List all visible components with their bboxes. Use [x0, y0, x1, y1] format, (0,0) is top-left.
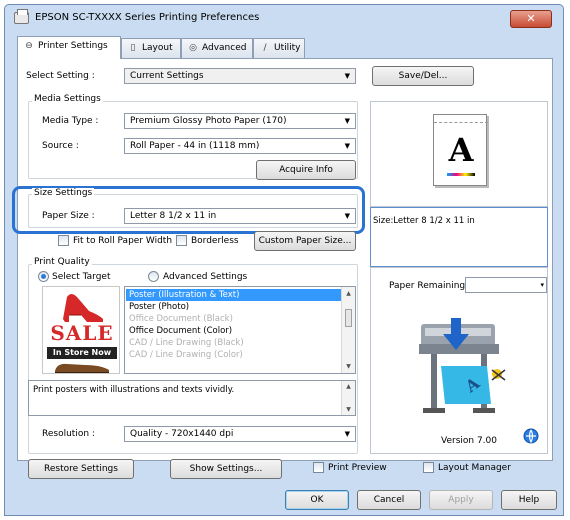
list-item[interactable]: Office Document (Color)	[126, 325, 342, 337]
select-setting-dropdown[interactable]: Current Settings ▼	[124, 68, 356, 84]
media-settings-title: Media Settings	[32, 94, 103, 104]
scroll-up-icon: ▲	[346, 383, 351, 390]
acquire-info-button[interactable]: Acquire Info	[256, 160, 356, 180]
select-target-label: Select Target	[52, 272, 111, 282]
cancel-button[interactable]: Cancel	[357, 490, 421, 510]
description-scrollbar[interactable]: ▲ ▼	[341, 381, 355, 415]
media-type-dropdown[interactable]: Premium Glossy Photo Paper (170) ▼	[124, 113, 356, 129]
scroll-thumb[interactable]	[345, 309, 352, 327]
paper-size-dropdown[interactable]: Letter 8 1/2 x 11 in ▼	[124, 208, 356, 224]
media-type-label: Media Type :	[42, 116, 99, 126]
advanced-settings-radio[interactable]	[148, 271, 159, 282]
target-list-items: Poster (Illustration & Text) Poster (Pho…	[126, 289, 342, 361]
print-target-list[interactable]: Poster (Illustration & Text) Poster (Pho…	[124, 286, 356, 374]
print-preview-label: Print Preview	[328, 463, 387, 473]
title-bar: EPSON SC-TXXXX Series Printing Preferenc…	[5, 5, 563, 33]
target-list-scrollbar[interactable]: ▲ ▼	[341, 287, 355, 373]
tab-label: Layout	[142, 43, 173, 53]
size-settings-title: Size Settings	[32, 188, 95, 198]
tab-printer-settings[interactable]: ⊖ Printer Settings	[17, 36, 121, 59]
show-settings-button[interactable]: Show Settings...	[170, 459, 282, 479]
printer-status-area: Paper Remaining: ▾ A Version 7.00	[370, 267, 548, 454]
scroll-down-icon: ▼	[346, 363, 351, 370]
tab-utility[interactable]: ∕ Utility	[253, 38, 305, 58]
printer-settings-tab-icon: ⊖	[25, 41, 33, 51]
size-info-text: Size:Letter 8 1/2 x 11 in	[373, 216, 475, 226]
chevron-down-icon: ▼	[344, 430, 350, 438]
list-item: CAD / Line Drawing (Color)	[129, 350, 243, 360]
advanced-tab-icon: ◎	[189, 43, 197, 53]
target-preview-image: SALE In Store Now	[42, 286, 120, 374]
custom-paper-size-button[interactable]: Custom Paper Size...	[254, 231, 356, 251]
list-item: Office Document (Black)	[129, 314, 233, 324]
select-setting-value: Current Settings	[130, 71, 204, 81]
globe-update-icon[interactable]	[523, 428, 539, 444]
in-store-now-banner: In Store Now	[47, 347, 117, 359]
resolution-label: Resolution :	[42, 429, 95, 439]
layout-tab-icon: ▯	[130, 43, 136, 53]
source-value: Roll Paper - 44 in (1118 mm)	[130, 141, 260, 151]
scroll-up-icon: ▲	[346, 290, 351, 297]
source-dropdown[interactable]: Roll Paper - 44 in (1118 mm) ▼	[124, 138, 356, 154]
paper-size-value: Letter 8 1/2 x 11 in	[130, 211, 217, 221]
paper-perforation	[434, 115, 488, 123]
help-button[interactable]: Help	[501, 490, 557, 510]
scroll-down-icon: ▼	[346, 406, 351, 413]
select-target-radio[interactable]	[38, 271, 49, 282]
print-quality-title: Print Quality	[32, 257, 92, 267]
ok-button[interactable]: OK	[285, 490, 349, 510]
window-title: EPSON SC-TXXXX Series Printing Preferenc…	[35, 12, 260, 23]
media-type-value: Premium Glossy Photo Paper (170)	[130, 116, 287, 126]
apply-button: Apply	[429, 490, 493, 510]
chevron-down-icon: ▼	[344, 117, 350, 125]
preview-letter: A	[448, 131, 474, 169]
description-text: Print posters with illustrations and tex…	[33, 385, 235, 395]
layout-manager-checkbox[interactable]	[423, 462, 434, 473]
chevron-down-icon: ▼	[344, 212, 350, 220]
paper-preview-area: A	[370, 101, 548, 207]
printer-settings-panel: Select Setting : Current Settings ▼ Save…	[12, 58, 553, 479]
tab-label: Utility	[274, 43, 301, 53]
fit-roll-label: Fit to Roll Paper Width	[73, 236, 173, 246]
tab-layout[interactable]: ▯ Layout	[121, 38, 181, 58]
print-preview-checkbox[interactable]	[313, 462, 324, 473]
paper-remaining-label: Paper Remaining:	[389, 281, 469, 291]
printer-icon	[14, 9, 29, 24]
list-item[interactable]: Poster (Photo)	[126, 301, 342, 313]
tab-advanced[interactable]: ◎ Advanced	[181, 38, 253, 58]
printing-preferences-window: EPSON SC-TXXXX Series Printing Preferenc…	[4, 4, 564, 516]
shoe-icon	[55, 363, 109, 373]
chevron-down-icon: ▾	[540, 281, 544, 289]
source-label: Source :	[42, 141, 79, 151]
description-box: Print posters with illustrations and tex…	[28, 380, 356, 416]
size-info-box: Size:Letter 8 1/2 x 11 in	[370, 207, 548, 267]
utility-tab-icon: ∕	[263, 43, 267, 53]
borderless-label: Borderless	[191, 236, 239, 246]
resolution-value: Quality - 720x1440 dpi	[130, 429, 234, 439]
resolution-dropdown[interactable]: Quality - 720x1440 dpi ▼	[124, 426, 356, 442]
chevron-down-icon: ▼	[344, 72, 350, 80]
tab-label: Printer Settings	[38, 41, 108, 51]
version-text: Version 7.00	[441, 436, 497, 446]
save-del-button[interactable]: Save/Del...	[372, 66, 474, 86]
select-setting-label: Select Setting :	[26, 71, 95, 81]
list-item: CAD / Line Drawing (Black)	[129, 338, 244, 348]
restore-settings-button[interactable]: Restore Settings	[28, 459, 134, 479]
chevron-down-icon: ▼	[344, 142, 350, 150]
close-button[interactable]: ✕	[510, 10, 552, 28]
color-bar	[447, 173, 475, 176]
fit-roll-checkbox[interactable]	[58, 235, 69, 246]
paper-remaining-dropdown[interactable]: ▾	[465, 277, 547, 293]
list-item[interactable]: Poster (Illustration & Text)	[126, 289, 342, 301]
layout-manager-label: Layout Manager	[438, 463, 511, 473]
large-format-printer-icon: A	[419, 318, 506, 413]
advanced-settings-label: Advanced Settings	[163, 272, 248, 282]
paper-preview-sheet: A	[433, 114, 488, 186]
high-heel-icon	[63, 294, 103, 322]
sale-text: SALE	[50, 321, 114, 345]
tab-label: Advanced	[202, 43, 247, 53]
borderless-checkbox[interactable]	[176, 235, 187, 246]
paper-size-label: Paper Size :	[42, 211, 95, 221]
